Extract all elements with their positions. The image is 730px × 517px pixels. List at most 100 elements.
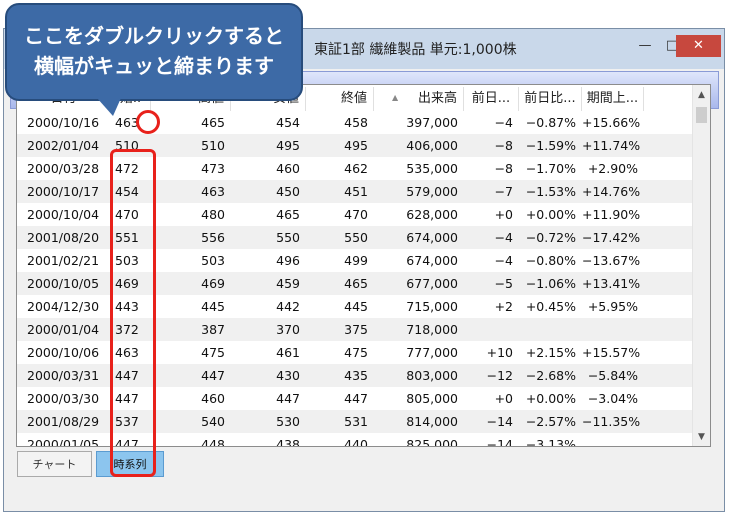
cell-low: 438 [276, 437, 300, 447]
cell-change: −4 [494, 230, 513, 245]
cell-close: 447 [344, 391, 368, 406]
cell-close: 475 [344, 345, 368, 360]
column-header-volume[interactable]: 出来高 [374, 87, 464, 111]
cell-low: 495 [276, 138, 300, 153]
cell-volume: 814,000 [406, 414, 458, 429]
cell-close: 462 [344, 161, 368, 176]
scroll-down-icon[interactable]: ▼ [693, 429, 710, 446]
cell-change-pct: +0.00% [525, 391, 576, 406]
cell-low: 530 [276, 414, 300, 429]
cell-date: 2000/10/17 [27, 184, 100, 199]
cell-volume: 674,000 [406, 253, 458, 268]
cell-high: 448 [201, 437, 225, 447]
cell-date: 2000/01/05 [27, 437, 100, 447]
cell-period-change [582, 433, 644, 446]
cell-low: 461 [276, 345, 300, 360]
cell-low: 450 [276, 184, 300, 199]
scroll-up-icon[interactable]: ▲ [693, 87, 710, 104]
cell-change-pct: +2.15% [525, 345, 576, 360]
cell-change: +0 [494, 207, 513, 222]
cell-volume: 777,000 [406, 345, 458, 360]
cell-volume: 718,000 [406, 322, 458, 337]
cell-date: 2004/12/30 [27, 299, 100, 314]
cell-change-pct: −0.87% [525, 115, 576, 130]
cell-change: −8 [494, 138, 513, 153]
cell-high: 465 [201, 115, 225, 130]
callout-text: ここをダブルクリックすると 横幅がキュッと締まります [7, 21, 301, 81]
close-button[interactable]: ✕ [676, 35, 721, 57]
column-header-change[interactable]: 前日... [464, 87, 519, 111]
scroll-thumb[interactable] [696, 107, 707, 123]
tab-chart[interactable]: チャート [17, 451, 92, 477]
cell-volume: 803,000 [406, 368, 458, 383]
cell-volume: 674,000 [406, 230, 458, 245]
cell-change-pct: −1.70% [525, 161, 576, 176]
cell-high: 556 [201, 230, 225, 245]
cell-volume: 805,000 [406, 391, 458, 406]
cell-low: 454 [276, 115, 300, 130]
cell-high: 387 [201, 322, 225, 337]
cell-period-change: −11.35% [582, 414, 641, 429]
cell-low: 370 [276, 322, 300, 337]
cell-period-change: +13.41% [582, 276, 641, 291]
cell-change-pct: −2.68% [525, 368, 576, 383]
vertical-scrollbar[interactable]: ▲ ▼ [692, 85, 710, 446]
cell-volume: 715,000 [406, 299, 458, 314]
cell-close: 435 [344, 368, 368, 383]
cell-period-change: +15.57% [582, 345, 641, 360]
cell-date: 2000/10/04 [27, 207, 100, 222]
column-header-period[interactable]: 期間上... [582, 87, 644, 111]
cell-close: 451 [344, 184, 368, 199]
callout-line-1: ここをダブルクリックすると [24, 24, 284, 48]
cell-period-change: −17.42% [582, 230, 641, 245]
cell-close: 465 [344, 276, 368, 291]
cell-date: 2000/01/04 [27, 322, 100, 337]
cell-change: −4 [494, 253, 513, 268]
cell-volume: 677,000 [406, 276, 458, 291]
cell-change: +10 [486, 345, 513, 360]
cell-period-change: −5.84% [587, 368, 638, 383]
cell-low: 459 [276, 276, 300, 291]
cell-change-pct: −0.72% [525, 230, 576, 245]
cell-low: 550 [276, 230, 300, 245]
cell-high: 445 [201, 299, 225, 314]
column-header-close[interactable]: 終値 [306, 87, 374, 111]
cell-date: 2001/08/20 [27, 230, 100, 245]
cell-low: 460 [276, 161, 300, 176]
cell-close: 470 [344, 207, 368, 222]
cell-low: 447 [276, 391, 300, 406]
cell-period-change: +14.76% [582, 184, 641, 199]
cell-date: 2000/03/30 [27, 391, 100, 406]
cell-high: 447 [201, 368, 225, 383]
cell-volume: 579,000 [406, 184, 458, 199]
cell-high: 480 [201, 207, 225, 222]
cell-close: 499 [344, 253, 368, 268]
cell-date: 2000/03/28 [27, 161, 100, 176]
cell-close: 375 [344, 322, 368, 337]
cell-close: 458 [344, 115, 368, 130]
cell-period-change: +11.74% [582, 138, 641, 153]
cell-volume: 628,000 [406, 207, 458, 222]
highlight-circle [136, 110, 160, 134]
cell-close: 531 [344, 414, 368, 429]
callout-line-2: 横幅がキュッと締まります [34, 54, 274, 78]
cell-high: 475 [201, 345, 225, 360]
cell-date: 2000/10/06 [27, 345, 100, 360]
callout-tail [97, 98, 121, 116]
cell-change-pct: −1.59% [525, 138, 576, 153]
cell-high: 473 [201, 161, 225, 176]
cell-period-change: +5.95% [587, 299, 638, 314]
cell-period-change [582, 318, 644, 341]
cell-date: 2000/10/05 [27, 276, 100, 291]
column-header-change-pct[interactable]: 前日比... [519, 87, 582, 111]
cell-high: 510 [201, 138, 225, 153]
cell-low: 442 [276, 299, 300, 314]
minimize-button[interactable]: — [632, 35, 658, 57]
cell-low: 465 [276, 207, 300, 222]
cell-low: 430 [276, 368, 300, 383]
cell-change: −5 [494, 276, 513, 291]
cell-date: 2002/01/04 [27, 138, 100, 153]
cell-high: 463 [201, 184, 225, 199]
cell-volume: 535,000 [406, 161, 458, 176]
cell-change-pct [519, 318, 582, 341]
